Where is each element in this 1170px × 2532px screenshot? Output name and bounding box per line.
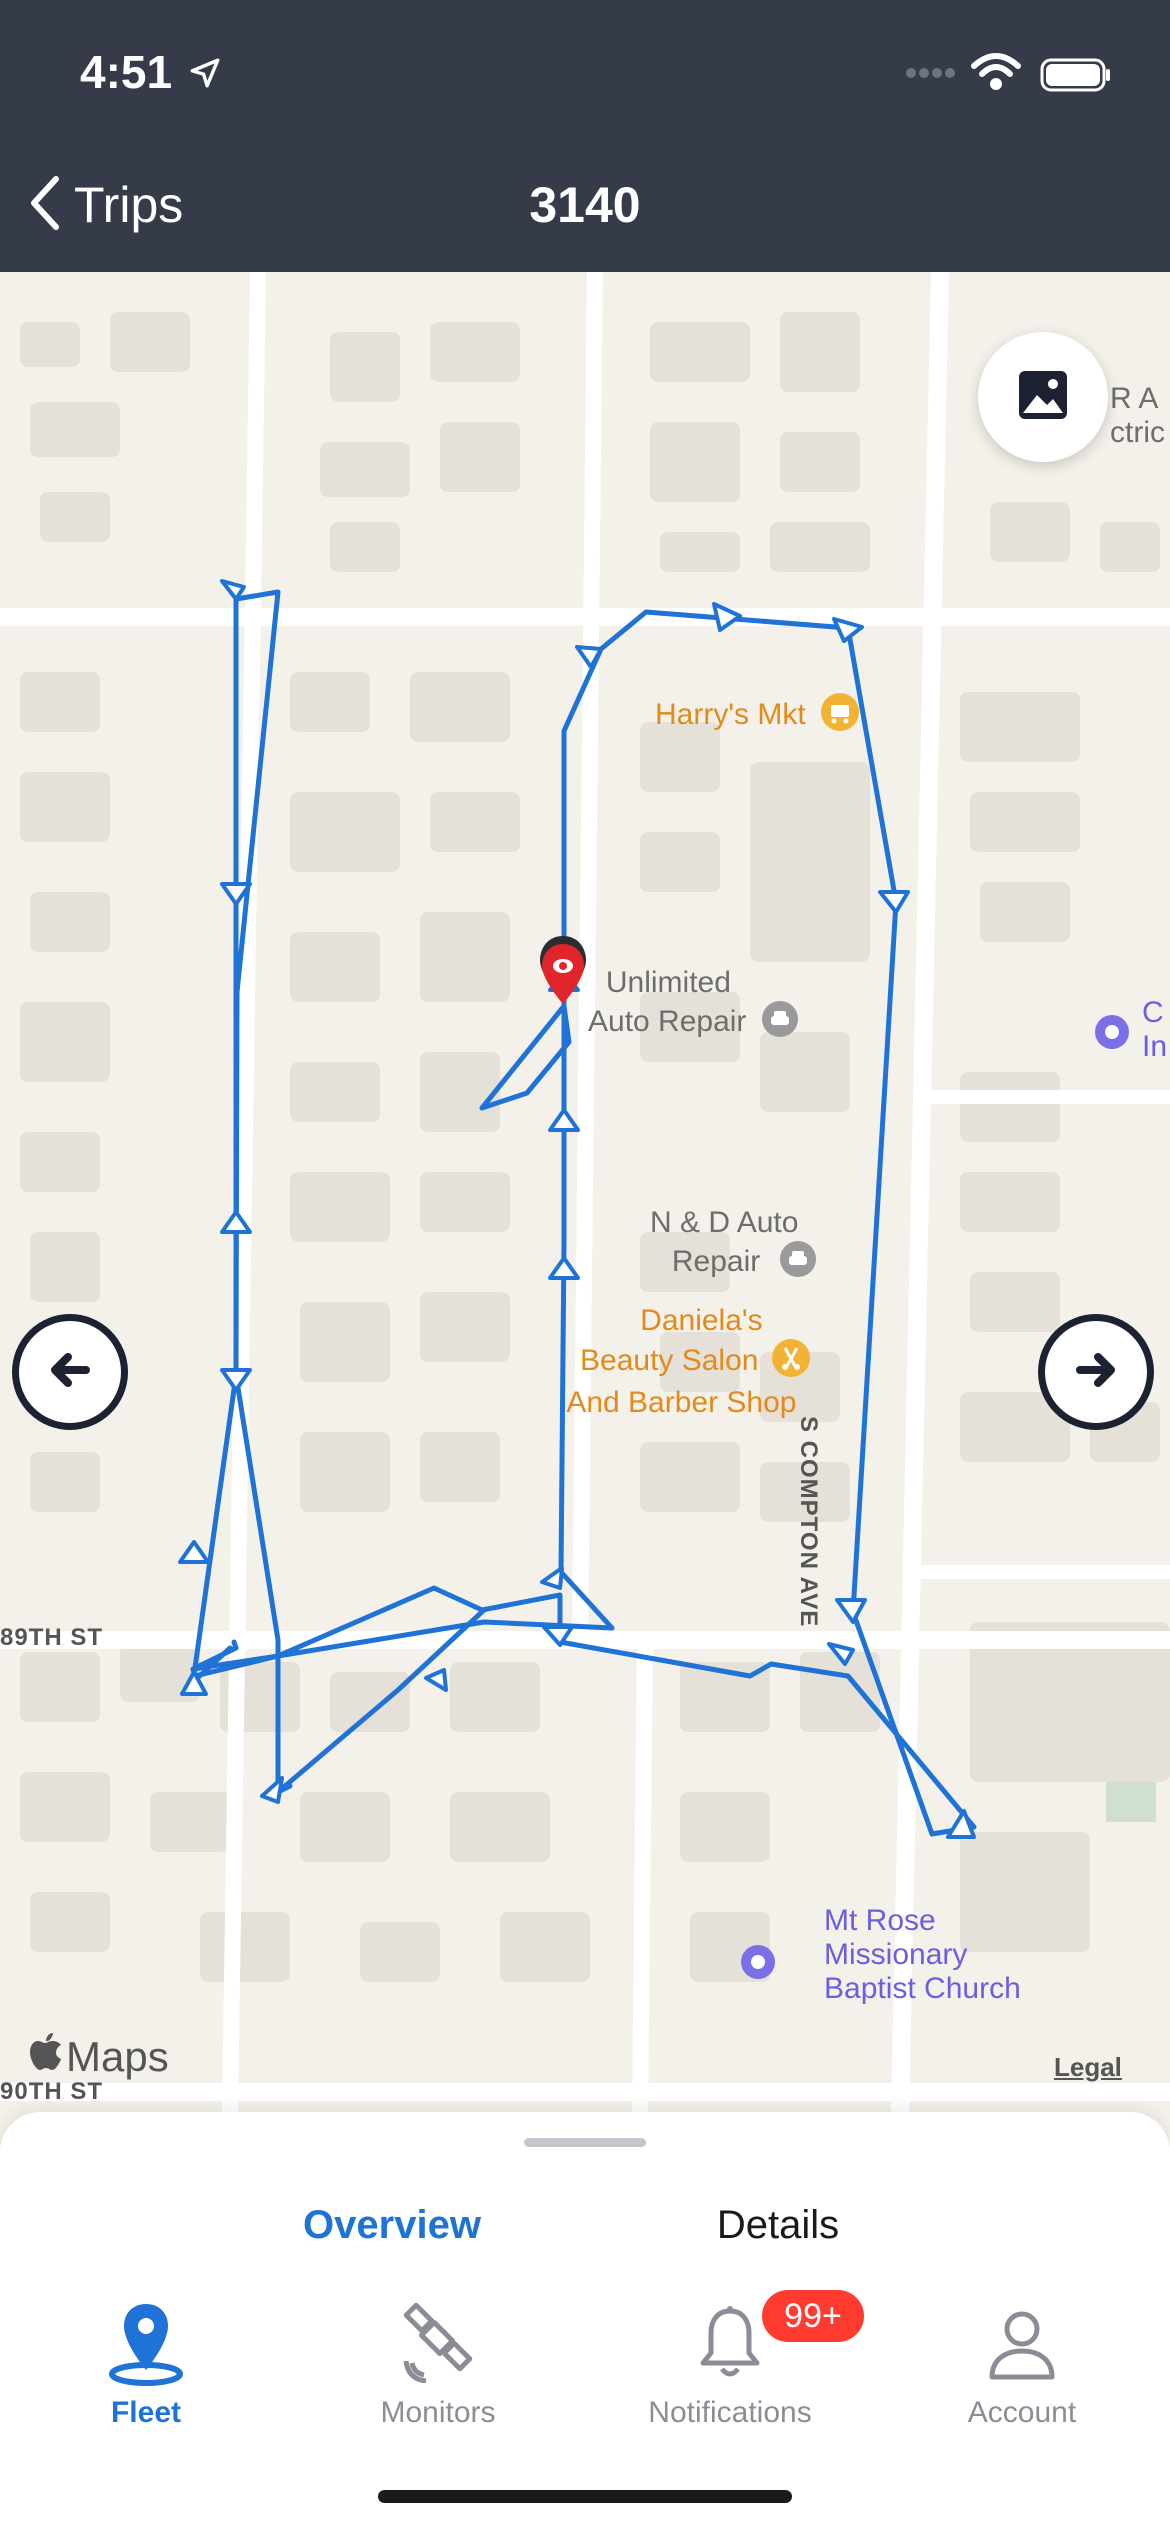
- sheet-grabber[interactable]: [524, 2138, 646, 2147]
- street-label-compton: S COMPTON AVE: [795, 1416, 822, 1628]
- poi-label: Baptist Church: [824, 1972, 1021, 2005]
- poi-label: R A: [1110, 382, 1159, 415]
- status-bar: 4:51: [0, 0, 1170, 140]
- tab-account[interactable]: Account: [876, 2290, 1168, 2430]
- previous-trip-button[interactable]: [12, 1314, 128, 1430]
- battery-icon: [1040, 58, 1112, 97]
- trip-map[interactable]: Harry's Mkt Unlimited Auto Repair N & D …: [0, 272, 1170, 2112]
- navigation-bar: Trips 3140: [0, 140, 1170, 272]
- cellular-signal-icon: [905, 66, 957, 85]
- poi-label: Daniela's: [640, 1304, 763, 1337]
- tab-label: Monitors: [380, 2396, 496, 2429]
- wifi-icon: [970, 52, 1022, 97]
- tab-label: Account: [967, 2396, 1077, 2429]
- street-label-89th: 89TH ST: [0, 1624, 104, 1651]
- car-icon: [779, 1240, 817, 1286]
- person-icon: [982, 2303, 1062, 2388]
- location-arrow-icon: [188, 56, 222, 95]
- map-base: [0, 272, 1170, 2112]
- map-pin-icon: [106, 2298, 186, 2393]
- poi-label: Repair: [671, 1244, 761, 1278]
- status-time: 4:51: [80, 46, 173, 98]
- shopping-cart-icon: [820, 692, 860, 740]
- place-dot-icon: [740, 1944, 776, 1988]
- tab-label: Fleet: [110, 2396, 182, 2429]
- poi-label: N & D Auto: [650, 1206, 799, 1239]
- page-title: 3140: [529, 177, 641, 233]
- poi-nd-auto-repair[interactable]: N & D Auto Repair: [650, 1206, 838, 1286]
- poi-label: Auto Repair: [588, 1004, 747, 1038]
- poi-label: Missionary: [824, 1938, 968, 1971]
- poi-label: ctric: [1110, 416, 1165, 449]
- photo-icon: [1015, 367, 1071, 428]
- notifications-badge: 99+: [762, 2290, 864, 2342]
- apple-logo-icon: [30, 2032, 62, 2082]
- bell-icon: [695, 2303, 765, 2388]
- legal-link[interactable]: Legal: [1054, 2052, 1122, 2083]
- map-style-button[interactable]: [978, 332, 1108, 462]
- place-dot-icon: [1094, 1014, 1130, 1058]
- maps-brand-text: Maps: [66, 2033, 169, 2080]
- street-label-90th: 90TH ST: [0, 2078, 104, 2105]
- apple-maps-logo: Maps: [30, 2032, 169, 2082]
- tab-overview[interactable]: Overview: [212, 2172, 572, 2278]
- poi-danielas-beauty-salon[interactable]: Daniela's Beauty Salon And Barber Shop: [552, 1304, 811, 1420]
- arrow-right-icon: [1068, 1342, 1124, 1403]
- poi-label: Harry's Mkt: [655, 697, 806, 731]
- tab-details[interactable]: Details: [598, 2172, 958, 2278]
- tab-fleet[interactable]: Fleet: [0, 2290, 292, 2430]
- trip-start-pin-icon[interactable]: [540, 942, 586, 1006]
- poi-unlimited-auto-repair[interactable]: Unlimited Auto Repair: [588, 966, 799, 1046]
- next-trip-button[interactable]: [1038, 1314, 1154, 1430]
- car-icon: [761, 1000, 799, 1046]
- poi-harrys-mkt[interactable]: Harry's Mkt: [655, 692, 860, 740]
- arrow-left-icon: [42, 1342, 98, 1403]
- satellite-icon: [398, 2302, 478, 2388]
- poi-partial-c[interactable]: C In: [1095, 996, 1167, 1064]
- home-indicator[interactable]: [378, 2490, 792, 2503]
- poi-label: Unlimited: [605, 966, 731, 999]
- poi-label: And Barber Shop: [566, 1386, 797, 1419]
- scissors-icon: [771, 1338, 811, 1386]
- poi-label: Beauty Salon: [580, 1343, 759, 1377]
- tab-monitors[interactable]: Monitors: [292, 2290, 584, 2430]
- tab-label: Notifications: [648, 2396, 812, 2429]
- poi-label: Mt Rose: [824, 1904, 936, 1937]
- poi-partial-ra[interactable]: R A ctric: [1110, 382, 1165, 450]
- poi-mt-rose-church[interactable]: Mt Rose Missionary Baptist Church: [741, 1904, 1021, 2006]
- trip-tabs: Overview Details: [0, 2172, 1170, 2340]
